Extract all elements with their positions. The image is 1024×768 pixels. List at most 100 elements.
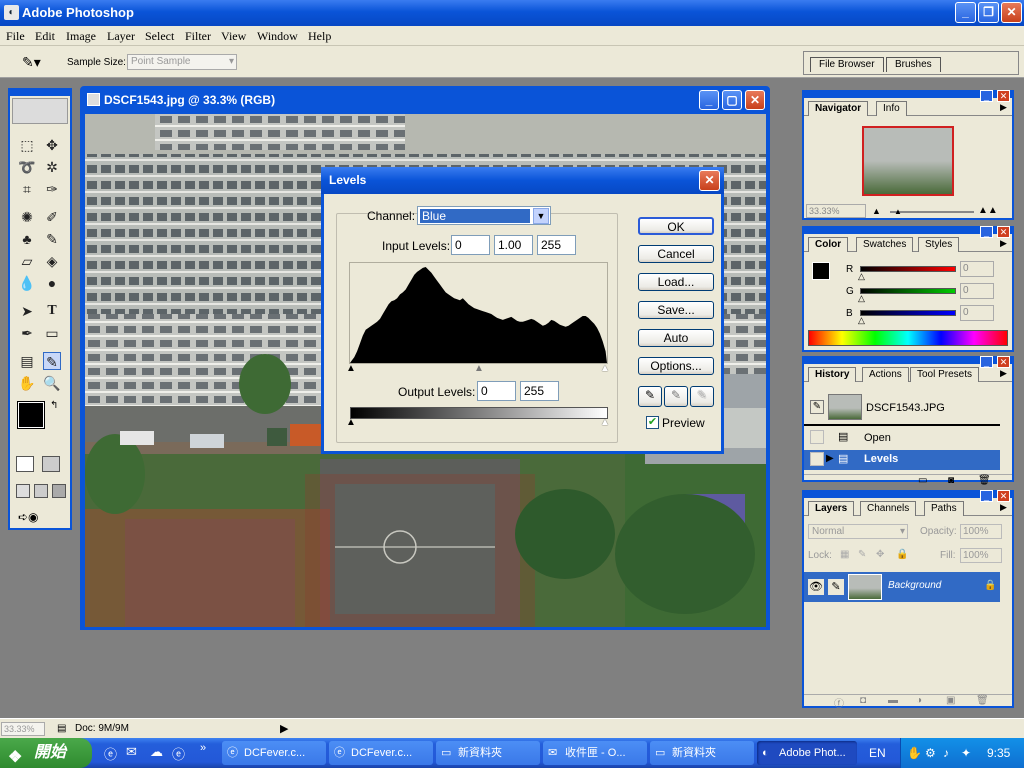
- menu-window[interactable]: Window: [257, 29, 298, 44]
- r-value-field[interactable]: 0: [960, 261, 994, 277]
- g-value-field[interactable]: 0: [960, 283, 994, 299]
- cancel-button[interactable]: Cancel: [638, 245, 714, 263]
- levels-close-button[interactable]: ✕: [699, 170, 720, 191]
- output-white-field[interactable]: 255: [520, 381, 559, 401]
- menu-edit[interactable]: Edit: [35, 29, 55, 44]
- input-black-slider-icon[interactable]: ▲: [346, 363, 356, 374]
- quick-mask-mode-icon[interactable]: [42, 456, 60, 472]
- b-slider-thumb-icon[interactable]: △: [858, 315, 865, 326]
- chevron-down-icon[interactable]: ▼: [533, 208, 549, 224]
- tab-file-browser[interactable]: File Browser: [810, 57, 884, 72]
- tab-swatches[interactable]: Swatches: [856, 237, 914, 252]
- dodge-tool-icon[interactable]: ●: [43, 274, 61, 292]
- input-white-slider-icon[interactable]: ▲: [600, 363, 610, 374]
- quicklaunch-overflow-icon[interactable]: »: [200, 742, 206, 754]
- type-tool-icon[interactable]: T: [43, 302, 61, 320]
- sample-size-select[interactable]: Point Sample ▾: [127, 54, 237, 70]
- notes-tool-icon[interactable]: ▤: [18, 352, 36, 370]
- menu-file[interactable]: File: [6, 29, 25, 44]
- minimize-button[interactable]: _: [955, 2, 976, 23]
- blur-tool-icon[interactable]: 💧: [18, 274, 36, 292]
- lasso-tool-icon[interactable]: ➰: [18, 158, 36, 176]
- color-fg-swatch[interactable]: [812, 262, 830, 280]
- task-button[interactable]: ⓔ DCFever.c...: [222, 741, 326, 765]
- options-button[interactable]: Options...: [638, 357, 714, 375]
- new-document-icon[interactable]: ▭: [918, 475, 927, 486]
- close-button[interactable]: ✕: [1001, 2, 1022, 23]
- quicklaunch-browser-icon[interactable]: ⓔ: [172, 744, 185, 763]
- navigator-thumbnail[interactable]: [862, 126, 954, 196]
- task-button[interactable]: ▭ 新資料夾: [650, 741, 754, 765]
- move-tool-icon[interactable]: ✥: [43, 136, 61, 154]
- slice-tool-icon[interactable]: ✑: [43, 180, 61, 198]
- restore-button[interactable]: ❐: [978, 2, 999, 23]
- color-ramp[interactable]: [808, 330, 1008, 346]
- menu-help[interactable]: Help: [308, 29, 331, 44]
- menu-select[interactable]: Select: [145, 29, 174, 44]
- tray-network-icon[interactable]: ⚙: [925, 738, 936, 768]
- menu-view[interactable]: View: [221, 29, 246, 44]
- preview-checkbox[interactable]: ✔: [646, 416, 659, 429]
- eye-icon[interactable]: 👁: [808, 579, 824, 595]
- b-value-field[interactable]: 0: [960, 305, 994, 321]
- layer-name[interactable]: Background: [888, 580, 941, 591]
- auto-button[interactable]: Auto: [638, 329, 714, 347]
- blend-mode-select[interactable]: Normal ▾: [808, 524, 908, 539]
- quicklaunch-desktop-icon[interactable]: ☁: [150, 744, 163, 760]
- zoom-tool-icon[interactable]: 🔍: [43, 374, 61, 392]
- screen-mode-full-icon[interactable]: [52, 484, 66, 498]
- tab-brushes[interactable]: Brushes: [886, 57, 941, 72]
- tab-channels[interactable]: Channels: [860, 501, 917, 516]
- standard-mode-icon[interactable]: [16, 456, 34, 472]
- output-black-field[interactable]: 0: [477, 381, 516, 401]
- history-source-box[interactable]: [810, 430, 824, 444]
- b-slider[interactable]: [860, 310, 956, 316]
- fill-field[interactable]: 100%: [960, 548, 1002, 563]
- r-slider-thumb-icon[interactable]: △: [858, 271, 865, 282]
- ok-button[interactable]: OK: [638, 217, 714, 235]
- clone-stamp-tool-icon[interactable]: ♣: [18, 230, 36, 248]
- g-slider[interactable]: [860, 288, 956, 294]
- rectangle-tool-icon[interactable]: ▭: [43, 324, 61, 342]
- healing-brush-tool-icon[interactable]: ✺: [18, 208, 36, 226]
- input-gamma-field[interactable]: 1.00: [494, 235, 533, 255]
- doc-minimize-button[interactable]: _: [699, 90, 719, 110]
- history-item-selected[interactable]: ▶ ▤ Levels: [804, 450, 1000, 470]
- trash-icon[interactable]: 🗑: [978, 475, 991, 486]
- screen-mode-standard-icon[interactable]: [16, 484, 30, 498]
- tab-layers[interactable]: Layers: [808, 501, 855, 516]
- task-button-active[interactable]: ◐ Adobe Phot...: [757, 741, 857, 765]
- eraser-tool-icon[interactable]: ▱: [18, 252, 36, 270]
- quicklaunch-outlook-icon[interactable]: ✉: [126, 744, 137, 760]
- adobe-online-icon[interactable]: [12, 98, 68, 124]
- lock-position-icon[interactable]: ✥: [876, 549, 884, 560]
- paint-bucket-tool-icon[interactable]: ◈: [43, 252, 61, 270]
- tab-history[interactable]: History: [808, 367, 857, 382]
- layer-style-icon[interactable]: ⓕ: [834, 695, 844, 710]
- doc-close-button[interactable]: ✕: [745, 90, 765, 110]
- load-button[interactable]: Load...: [638, 273, 714, 291]
- eyedropper-tool-icon[interactable]: ✎: [43, 352, 61, 370]
- g-slider-thumb-icon[interactable]: △: [858, 293, 865, 304]
- screen-mode-full-menu-icon[interactable]: [34, 484, 48, 498]
- jump-to-imageready-icon[interactable]: ➪◉: [18, 510, 58, 526]
- panel-menu-arrow-icon[interactable]: ▶: [1000, 238, 1007, 249]
- task-button[interactable]: ⓔ DCFever.c...: [329, 741, 433, 765]
- input-black-field[interactable]: 0: [451, 235, 490, 255]
- new-snapshot-icon[interactable]: ◙: [948, 475, 954, 486]
- history-source-box[interactable]: [810, 452, 824, 466]
- tab-info[interactable]: Info: [876, 101, 907, 116]
- zoom-slider[interactable]: [890, 211, 974, 213]
- tab-styles[interactable]: Styles: [918, 237, 960, 252]
- status-zoom-field[interactable]: 33.33%: [1, 722, 45, 736]
- white-eyedropper-icon[interactable]: ✎: [690, 386, 714, 407]
- tray-volume-icon[interactable]: ♪: [943, 738, 949, 768]
- new-layer-icon[interactable]: ▣: [946, 695, 955, 706]
- start-button[interactable]: ❖ 開始: [0, 738, 92, 768]
- input-white-field[interactable]: 255: [537, 235, 576, 255]
- opacity-field[interactable]: 100%: [960, 524, 1002, 539]
- tray-app-icon[interactable]: ✋: [907, 738, 922, 768]
- panel-menu-arrow-icon[interactable]: ▶: [1000, 102, 1007, 113]
- tab-paths[interactable]: Paths: [924, 501, 964, 516]
- doc-maximize-button[interactable]: ▢: [722, 90, 742, 110]
